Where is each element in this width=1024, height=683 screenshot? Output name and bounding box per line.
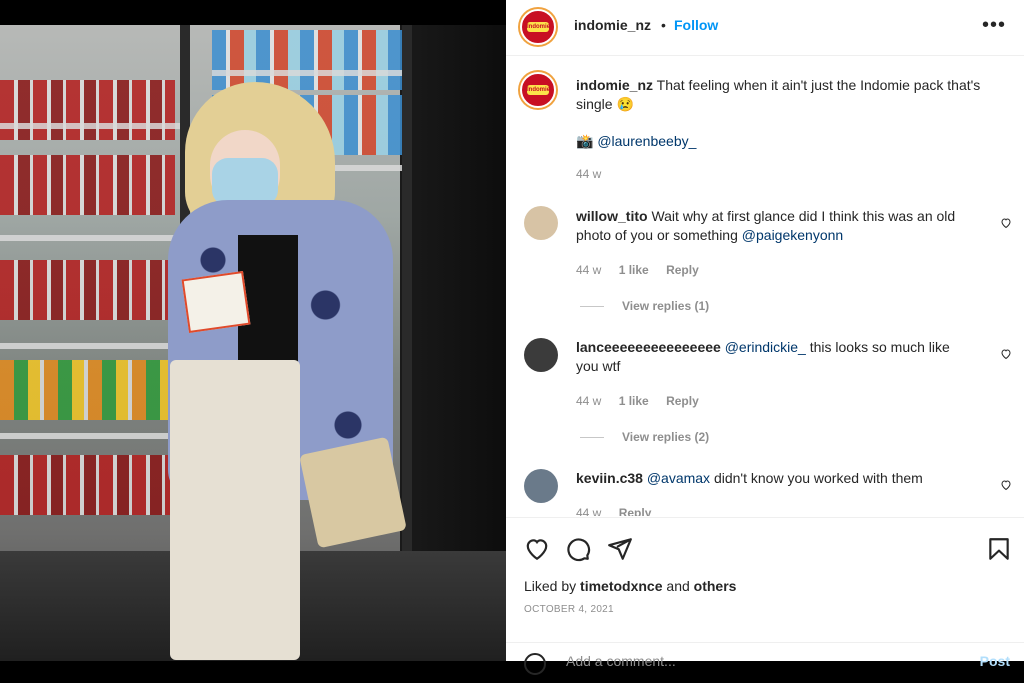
replies-line <box>580 437 604 439</box>
comment-username[interactable]: willow_tito <box>576 208 648 224</box>
view-replies-button[interactable]: View replies (2) <box>580 430 709 444</box>
post-photo[interactable] <box>0 0 506 661</box>
indomie-logo: Indomie <box>527 85 551 95</box>
view-replies-button[interactable]: View replies (1) <box>580 299 709 313</box>
replies-line <box>580 306 604 308</box>
comment-time[interactable]: 44 w <box>576 394 601 408</box>
follow-button[interactable]: Follow <box>674 17 718 33</box>
reply-button[interactable]: Reply <box>666 263 699 277</box>
comment-username[interactable]: keviin.c38 <box>576 470 643 486</box>
fridge-shelf <box>0 123 180 129</box>
fridge-shelf <box>0 235 180 241</box>
face-mask <box>212 158 278 206</box>
comment-icon[interactable] <box>565 536 591 562</box>
comment-like-heart-icon[interactable] <box>1000 217 1012 229</box>
cream-pants <box>170 360 300 660</box>
comment-avatar[interactable] <box>524 469 558 503</box>
comment-text: lanceeeeeeeeeeeeeee @erindickie_ this lo… <box>576 338 976 376</box>
post-side-panel: Indomie indomie_nz • Follow ••• Indomie … <box>506 0 1024 675</box>
credit-mention[interactable]: @laurenbeeby_ <box>597 133 696 149</box>
comment-avatar[interactable] <box>524 206 558 240</box>
comment-time[interactable]: 44 w <box>576 263 601 277</box>
post-header: Indomie indomie_nz • Follow ••• <box>506 0 1024 56</box>
liked-by-user[interactable]: timetodxnce <box>580 578 662 594</box>
liked-by-prefix: Liked by <box>524 578 577 594</box>
comment-body: didn't know you worked with them <box>713 470 923 486</box>
add-comment-input[interactable]: Add a comment... <box>566 653 676 669</box>
fridge-shelf <box>212 70 402 76</box>
post-date[interactable]: OCTOBER 4, 2021 <box>524 604 614 615</box>
fridge-shelf <box>0 433 180 439</box>
gold-bag <box>299 436 407 549</box>
fridge-shelf-soda <box>0 360 175 420</box>
comment-likes[interactable]: 1 like <box>619 394 649 408</box>
separator-dot: • <box>661 17 666 33</box>
view-replies-label: View replies (1) <box>622 299 710 313</box>
comment-meta: 44 w 1 like Reply <box>576 394 713 408</box>
comment-likes[interactable]: 1 like <box>619 263 649 277</box>
emoji-icon[interactable] <box>524 653 546 675</box>
profile-avatar[interactable]: Indomie <box>520 9 556 45</box>
view-replies-label: View replies (2) <box>622 430 710 444</box>
fridge-shelf <box>0 343 180 349</box>
fridge-shelf-cola <box>0 80 175 140</box>
indomie-logo: Indomie <box>527 22 551 32</box>
fridge-shelf-water <box>212 30 402 90</box>
comment-text: keviin.c38 @avamax didn't know you worke… <box>576 469 976 488</box>
caption-avatar[interactable]: Indomie <box>520 72 556 108</box>
fridge-shelf-cola <box>0 155 175 215</box>
bookmark-icon[interactable] <box>986 536 1012 562</box>
post-comment-button[interactable]: Post <box>980 653 1010 669</box>
comment-meta: 44 w 1 like Reply <box>576 263 713 277</box>
comment-username[interactable]: lanceeeeeeeeeeeeeee <box>576 339 721 355</box>
comment-mention[interactable]: @erindickie_ <box>725 339 806 355</box>
comments-list[interactable]: Indomie indomie_nz That feeling when it … <box>506 56 1024 516</box>
more-icon[interactable]: ••• <box>982 14 1006 37</box>
heart-icon[interactable] <box>524 536 550 562</box>
camera-icon: 📸 <box>576 133 594 149</box>
photo-credit: 📸 @laurenbeeby_ <box>576 133 696 150</box>
header-username[interactable]: indomie_nz <box>574 17 651 33</box>
comment-meta: 44 w Reply <box>576 506 665 516</box>
reply-button[interactable]: Reply <box>666 394 699 408</box>
post-actions: Liked by timetodxnce and others OCTOBER … <box>506 517 1024 675</box>
liked-by: Liked by timetodxnce and others <box>524 578 736 594</box>
fridge-shelf-cola <box>0 455 175 515</box>
comment-text: willow_tito Wait why at first glance did… <box>576 207 976 245</box>
liked-by-others[interactable]: others <box>694 578 737 594</box>
liked-by-and: and <box>666 578 690 594</box>
add-comment-bar: Add a comment... Post <box>506 642 1024 683</box>
comment-mention[interactable]: @paigekenyonn <box>742 227 843 243</box>
caption-time[interactable]: 44 w <box>576 167 601 181</box>
comment-time[interactable]: 44 w <box>576 506 601 516</box>
comment-avatar[interactable] <box>524 338 558 372</box>
reply-button[interactable]: Reply <box>619 506 652 516</box>
comment-like-heart-icon[interactable] <box>1000 479 1012 491</box>
comment-mention[interactable]: @avamax <box>647 470 710 486</box>
fridge-shelf-cola <box>0 260 175 320</box>
caption: indomie_nz That feeling when it ain't ju… <box>576 76 986 114</box>
comment-like-heart-icon[interactable] <box>1000 348 1012 360</box>
noodle-pack <box>181 270 251 334</box>
caption-username[interactable]: indomie_nz <box>576 77 653 93</box>
send-icon[interactable] <box>607 536 633 562</box>
